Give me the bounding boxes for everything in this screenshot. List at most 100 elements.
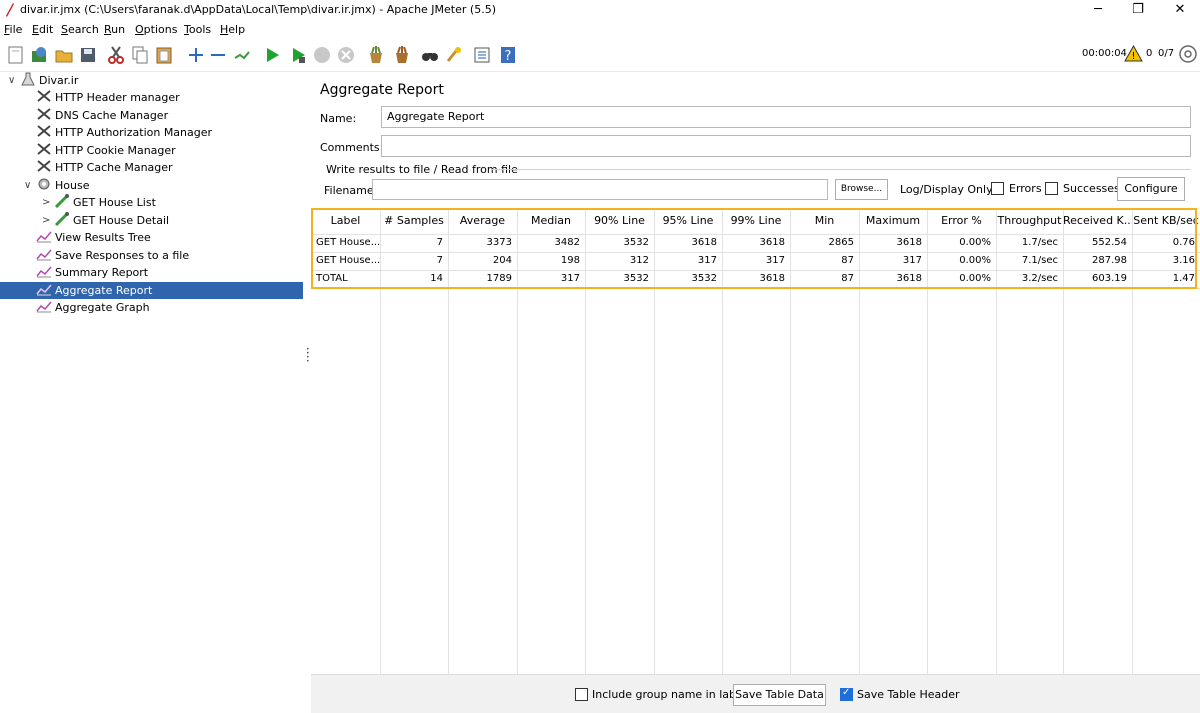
log-display-label: Log/Display Only: <box>900 183 996 196</box>
successes-label: Successes <box>1063 182 1120 195</box>
tree-item-dns-cache-manager[interactable]: DNS Cache Manager <box>36 107 168 124</box>
config-tool-icon <box>36 159 52 173</box>
menu-file[interactable]: File <box>4 23 22 36</box>
menu-help[interactable]: Help <box>220 23 245 36</box>
successes-checkbox[interactable] <box>1045 182 1058 195</box>
menu-run[interactable]: Run <box>104 23 125 36</box>
thread-group-gear-icon <box>36 177 52 191</box>
chevron-right-icon[interactable]: > <box>42 194 52 211</box>
clear-all-icon[interactable] <box>392 45 412 65</box>
minimize-button[interactable]: ─ <box>1078 0 1118 20</box>
tree-item-view-results-tree[interactable]: View Results Tree <box>36 229 151 246</box>
name-label: Name: <box>320 112 357 125</box>
templates-icon[interactable] <box>30 45 50 65</box>
save-icon[interactable] <box>78 45 98 65</box>
save-table-header-checkbox[interactable] <box>840 687 853 701</box>
tree-item-house[interactable]: ∨ House <box>24 177 89 194</box>
tree-item-save-responses[interactable]: Save Responses to a file <box>36 247 189 264</box>
listener-chart-icon <box>36 247 52 261</box>
chevron-down-icon[interactable]: ∨ <box>24 177 34 194</box>
sampler-pipette-icon <box>54 212 70 227</box>
active-threads: 0/7 <box>1158 48 1175 59</box>
highlight-box <box>311 208 1197 289</box>
svg-text:!: ! <box>1131 51 1135 62</box>
shutdown-icon[interactable] <box>336 45 356 65</box>
save-table-data-button[interactable]: Save Table Data <box>733 684 826 706</box>
expand-all-icon[interactable] <box>186 45 206 65</box>
group-divider <box>491 169 1191 170</box>
tree-item-get-house-list[interactable]: > GET House List <box>42 194 156 211</box>
clear-icon[interactable] <box>366 45 386 65</box>
tree-item-summary-report[interactable]: Summary Report <box>36 264 148 281</box>
close-button[interactable]: ✕ <box>1160 0 1200 20</box>
start-icon[interactable] <box>262 45 282 65</box>
name-field[interactable]: Aggregate Report <box>381 106 1191 128</box>
comments-field[interactable] <box>381 135 1191 157</box>
new-icon[interactable] <box>6 45 26 65</box>
paste-icon[interactable] <box>154 45 174 65</box>
tree-item-http-cookie-manager[interactable]: HTTP Cookie Manager <box>36 142 176 159</box>
aggregate-table: Label # Samples Average Median 90% Line … <box>311 208 1200 674</box>
tree-item-get-house-detail[interactable]: > GET House Detail <box>42 212 169 229</box>
menu-tools[interactable]: Tools <box>184 23 211 36</box>
jmeter-feather-icon <box>6 3 14 17</box>
elapsed-timer: 00:00:04 <box>1082 48 1127 59</box>
include-group-label: Include group name in label? <box>592 688 752 701</box>
open-folder-icon[interactable] <box>54 45 74 65</box>
listener-chart-icon <box>36 299 52 313</box>
tree-item-aggregate-report[interactable]: Aggregate Report <box>0 282 303 299</box>
remote-globe-icon[interactable] <box>1178 44 1198 64</box>
start-no-pauses-icon[interactable] <box>288 45 308 65</box>
listener-chart-icon <box>36 264 52 278</box>
chevron-right-icon[interactable]: > <box>42 212 52 229</box>
window-titlebar: divar.ir.jmx (C:\Users\faranak.d\AppData… <box>0 0 1200 20</box>
filename-label: Filename <box>324 184 374 197</box>
filename-field[interactable] <box>372 179 828 200</box>
reset-search-icon[interactable] <box>444 45 464 65</box>
config-tool-icon <box>36 107 52 121</box>
file-group-label: Write results to file / Read from file <box>326 163 518 176</box>
config-tool-icon <box>36 124 52 138</box>
errors-checkbox[interactable] <box>991 182 1004 195</box>
aggregate-report-panel: Aggregate Report Name: Aggregate Report … <box>311 72 1200 713</box>
function-helper-icon[interactable] <box>472 45 492 65</box>
svg-text:?: ? <box>505 49 512 64</box>
toggle-icon[interactable] <box>232 45 252 65</box>
listener-chart-icon <box>36 229 52 243</box>
errors-label: Errors <box>1009 182 1042 195</box>
search-binoculars-icon[interactable] <box>420 45 440 65</box>
save-table-header-label: Save Table Header <box>857 688 960 701</box>
tree-item-aggregate-graph[interactable]: Aggregate Graph <box>36 299 150 316</box>
warning-count: 0 <box>1146 48 1153 59</box>
tree-item-http-authorization-manager[interactable]: HTTP Authorization Manager <box>36 124 212 141</box>
test-plan-flask-icon <box>20 72 36 86</box>
window-title: divar.ir.jmx (C:\Users\faranak.d\AppData… <box>20 3 496 16</box>
config-tool-icon <box>36 89 52 103</box>
menu-bar: File Edit Search Run Options Tools Help <box>0 20 1200 39</box>
comments-label: Comments: <box>320 141 384 154</box>
browse-button[interactable]: Browse... <box>835 179 888 200</box>
drag-handle-icon[interactable]: • • • • <box>306 347 310 365</box>
help-icon[interactable]: ? <box>498 45 518 65</box>
menu-edit[interactable]: Edit <box>32 23 53 36</box>
restore-button[interactable]: ❐ <box>1118 0 1158 20</box>
menu-options[interactable]: Options <box>135 23 177 36</box>
collapse-all-icon[interactable] <box>208 45 228 65</box>
report-footer: Include group name in label? Save Table … <box>311 674 1200 713</box>
tree-item-http-cache-manager[interactable]: HTTP Cache Manager <box>36 159 173 176</box>
listener-chart-icon <box>36 282 52 296</box>
include-group-checkbox[interactable] <box>575 688 588 701</box>
tree-item-http-header-manager[interactable]: HTTP Header manager <box>36 89 180 106</box>
copy-icon[interactable] <box>130 45 150 65</box>
warning-icon[interactable]: ! <box>1124 45 1143 62</box>
menu-search[interactable]: Search <box>61 23 99 36</box>
cut-icon[interactable] <box>106 45 126 65</box>
configure-button[interactable]: Configure <box>1117 177 1185 201</box>
main-toolbar: ? <box>0 39 1200 72</box>
config-tool-icon <box>36 142 52 156</box>
page-title: Aggregate Report <box>320 82 444 98</box>
tree-root[interactable]: ∨ Divar.ir <box>8 72 78 89</box>
stop-icon[interactable] <box>312 45 332 65</box>
sampler-pipette-icon <box>54 194 70 209</box>
chevron-down-icon[interactable]: ∨ <box>8 72 18 89</box>
